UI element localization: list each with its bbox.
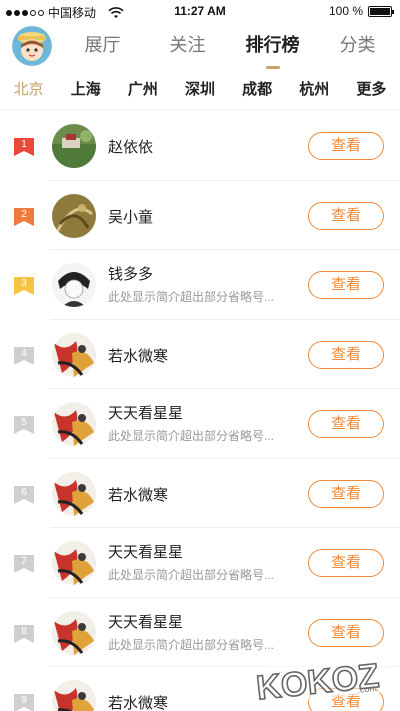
rank-flag-icon: 4 [14, 346, 34, 365]
rank-flag-icon: 1 [14, 138, 34, 156]
rank-number: 5 [21, 417, 27, 428]
tab-category[interactable]: 分类 [315, 22, 400, 72]
rank-name: 天天看星星 [108, 405, 184, 422]
rank-avatar[interactable] [52, 332, 96, 377]
svg-text:.com: .com [357, 683, 377, 695]
battery-fill [370, 7, 390, 15]
view-button[interactable]: 查看 [308, 410, 384, 438]
rank-number: 6 [21, 486, 27, 498]
view-button[interactable]: 查看 [308, 549, 384, 577]
rank-row[interactable]: 1 赵依依 查看 [0, 111, 400, 181]
view-button[interactable]: 查看 [308, 340, 384, 369]
tab-exhibition[interactable]: 展厅 [60, 22, 145, 72]
rank-avatar[interactable] [52, 610, 96, 655]
rank-flag-icon: 8 [14, 624, 34, 643]
rank-desc: 此处显示简介超出部分省略号... [108, 429, 275, 443]
view-button[interactable]: 查看 [308, 479, 384, 508]
rank-avatar[interactable] [52, 471, 96, 516]
rank-number: 4 [21, 347, 27, 359]
rank-flag-icon: 9 [14, 694, 34, 711]
rank-number: 1 [21, 139, 27, 150]
ranking-list: 1 赵依依 查看 2 吴小童 查看 3 钱多多 此处显示简介超出部分省略号... 查看 4 若水微寒查… [0, 111, 400, 711]
rank-row[interactable]: 5 天天看星星此处显示简介超出部分省略号... 查看 [0, 389, 400, 459]
rank-name: 天天看星星 [108, 544, 184, 561]
user-avatar[interactable] [12, 26, 52, 66]
tab-label: 分类 [339, 35, 376, 55]
rank-name: 赵依依 [108, 139, 154, 156]
city-tab-more[interactable]: 更多 [343, 72, 400, 109]
city-tab-shanghai[interactable]: 上海 [57, 72, 114, 109]
rank-avatar[interactable] [52, 541, 96, 585]
rank-avatar[interactable] [52, 263, 96, 307]
active-tab-indicator [265, 66, 280, 69]
city-tabs: 北京 上海 广州 深圳 成都 杭州 更多 [0, 72, 400, 110]
rank-avatar[interactable] [52, 124, 96, 168]
rank-row[interactable]: 4 若水微寒 查看 [0, 320, 400, 390]
rank-number: 2 [21, 208, 27, 220]
top-nav: 展厅 关注 排行榜 分类 [0, 22, 400, 72]
rank-name: 若水微寒 [108, 486, 169, 504]
rank-avatar[interactable] [52, 402, 96, 446]
avatar-icon [12, 26, 52, 66]
svg-text:KOKOZ: KOKOZ [255, 657, 381, 707]
city-tab-shenzhen[interactable]: 深圳 [171, 72, 228, 109]
tab-label: 关注 [169, 35, 206, 55]
view-button[interactable]: 查看 [308, 132, 384, 160]
rank-name: 若水微寒 [108, 695, 169, 711]
rank-avatar[interactable] [52, 193, 96, 238]
rank-row[interactable]: 6 若水微寒 查看 [0, 459, 400, 529]
battery-percent: 100 % [328, 4, 363, 18]
rank-flag-icon: 2 [14, 207, 34, 226]
rank-number: 7 [21, 556, 27, 567]
tab-following[interactable]: 关注 [145, 22, 230, 72]
rank-flag-icon: 7 [14, 555, 34, 573]
city-tab-guangzhou[interactable]: 广州 [114, 72, 171, 109]
rank-number: 8 [21, 625, 27, 637]
rank-flag-icon: 3 [14, 277, 34, 295]
rank-name: 若水微寒 [108, 347, 169, 365]
rank-flag-icon: 6 [14, 485, 34, 504]
rank-number: 3 [21, 278, 27, 289]
city-tab-chengdu[interactable]: 成都 [229, 72, 286, 109]
view-button[interactable]: 查看 [308, 201, 384, 230]
view-button[interactable]: 查看 [308, 271, 384, 299]
main-tabs: 展厅 关注 排行榜 分类 [60, 22, 400, 72]
tab-label: 排行榜 [245, 35, 300, 55]
status-bar: 中国移动 11:27 AM 100 % [0, 0, 400, 22]
rank-avatar[interactable] [52, 680, 96, 711]
rank-row[interactable]: 3 钱多多此处显示简介超出部分省略号... 查看 [0, 250, 400, 320]
rank-name: 钱多多 [108, 266, 154, 283]
rank-row[interactable]: 7 天天看星星此处显示简介超出部分省略号... 查看 [0, 528, 400, 598]
view-button[interactable]: 查看 [308, 618, 384, 647]
battery-icon [368, 5, 394, 17]
status-right: 100 % [328, 4, 394, 18]
watermark-logo: KOKOZ .com [247, 654, 391, 707]
rank-desc: 此处显示简介超出部分省略号... [108, 290, 275, 304]
city-tab-hangzhou[interactable]: 杭州 [286, 72, 343, 109]
rank-desc: 此处显示简介超出部分省略号... [108, 568, 275, 582]
rank-name: 吴小童 [108, 208, 154, 226]
rank-name: 天天看星星 [108, 613, 184, 631]
rank-flag-icon: 5 [14, 416, 34, 434]
rank-row[interactable]: 2 吴小童 查看 [0, 181, 400, 251]
tab-label: 展厅 [84, 35, 121, 55]
rank-desc: 此处显示简介超出部分省略号... [108, 637, 275, 652]
tab-ranking[interactable]: 排行榜 [230, 22, 315, 72]
city-tab-beijing[interactable]: 北京 [0, 72, 57, 109]
rank-number: 9 [21, 695, 27, 706]
